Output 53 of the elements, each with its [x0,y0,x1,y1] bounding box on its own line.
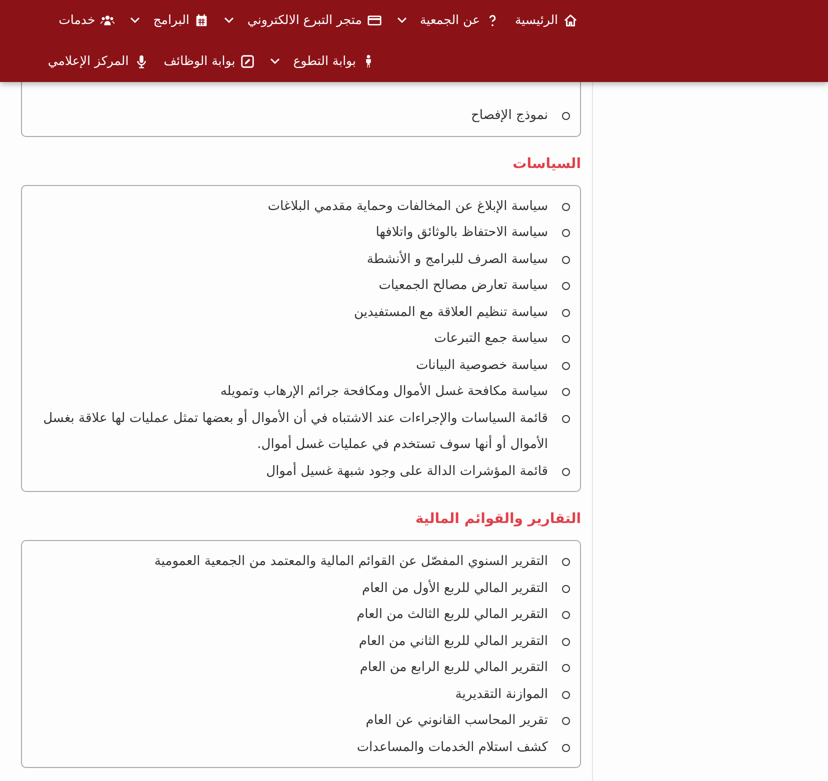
document-link[interactable]: سياسة الإبلاغ عن المخالفات وحماية مقدمي البلاغات [268,194,548,220]
credit-card-icon [366,13,382,28]
document-link[interactable]: سياسة مكافحة غسل الأموال ومكافحة جرائم الإرهاب وتمويله [220,379,548,406]
bullet-icon [562,468,570,476]
nav-link[interactable]: الرئيسية [514,11,578,30]
bullet-icon [562,112,570,120]
calendar-icon [194,13,210,28]
bullet-icon [562,308,570,316]
bullet-icon [562,335,570,343]
home-icon [563,13,578,28]
bullet-icon [562,388,570,396]
nav-link[interactable]: بوابة التطوع [270,52,376,71]
edit-icon [240,54,256,69]
bullet-icon [562,282,570,290]
bullet-icon [562,584,570,592]
nav-link[interactable]: خدمات [58,11,116,30]
document-link[interactable]: كشف استلام الخدمات والمساعدات [356,734,548,761]
section-heading: التقارير والقوائم المالية [414,510,581,529]
document-link[interactable]: التقرير المالي للربع الأول من العام [362,576,548,602]
bullet-icon [562,256,570,264]
bullet-icon [562,202,570,210]
users-icon [100,13,116,28]
bullet-icon [562,414,570,422]
bullet-icon [562,717,570,725]
document-link[interactable]: التقرير المالي للربع الثاني من العام [358,628,548,655]
bullet-icon [562,690,570,698]
document-link[interactable]: سياسة خصوصية البيانات [416,352,548,379]
document-link[interactable]: سياسة جمع التبرعات [434,326,548,352]
document-link[interactable]: سياسة تنظيم العلاقة مع المستفيدين [354,300,548,326]
bullet-icon [562,638,570,646]
nav-link[interactable]: عن الجمعية [396,11,500,30]
bullet-icon [562,362,570,370]
nav-link[interactable]: متجر التبرع الالكتروني [224,11,382,30]
nav-link[interactable]: البرامج [130,11,210,30]
nav-link[interactable]: المركز الإعلامي [48,52,149,71]
document-link[interactable]: سياسة الصرف للبرامج و الأنشطة [366,246,548,273]
document-link[interactable]: التقرير المالي للربع الرابع من العام [360,655,548,682]
document-link[interactable]: تقرير المحاسب القانوني عن العام [366,708,548,734]
bullet-icon [562,611,570,619]
document-link[interactable]: سياسة الاحتفاظ بالوثائق واتلافها [376,220,548,246]
bullet-icon [562,229,570,237]
document-link[interactable]: نموذج الإفصاح [470,103,548,130]
document-link[interactable]: التقرير المالي للربع الثالث من العام [356,602,548,628]
document-link[interactable]: قائمة المؤشرات الدالة على وجود شبهة غسيل أموال [266,458,548,485]
section-heading: السياسات [512,154,581,174]
bullet-icon [562,664,570,672]
bullet-icon [562,744,570,752]
document-link[interactable]: سياسة تعارض مصالح الجمعيات [378,273,548,300]
document-link[interactable]: الموازنة التقديرية [455,682,548,708]
nav-link[interactable]: بوابة الوظائف [164,52,256,71]
bullet-icon [562,558,570,566]
document-link[interactable]: قائمة السياسات والإجراءات عند الاشتباه في أن الأموال أو بعضها تمثل عمليات لها علاقة بغسل الأموال أو أنها سوف تستخدم في عمليات غسل أموال. [34,406,548,458]
document-link[interactable]: التقرير السنوي المفصّل عن القوائم المالية والمعتمد من الجمعية العمومية [154,549,548,576]
